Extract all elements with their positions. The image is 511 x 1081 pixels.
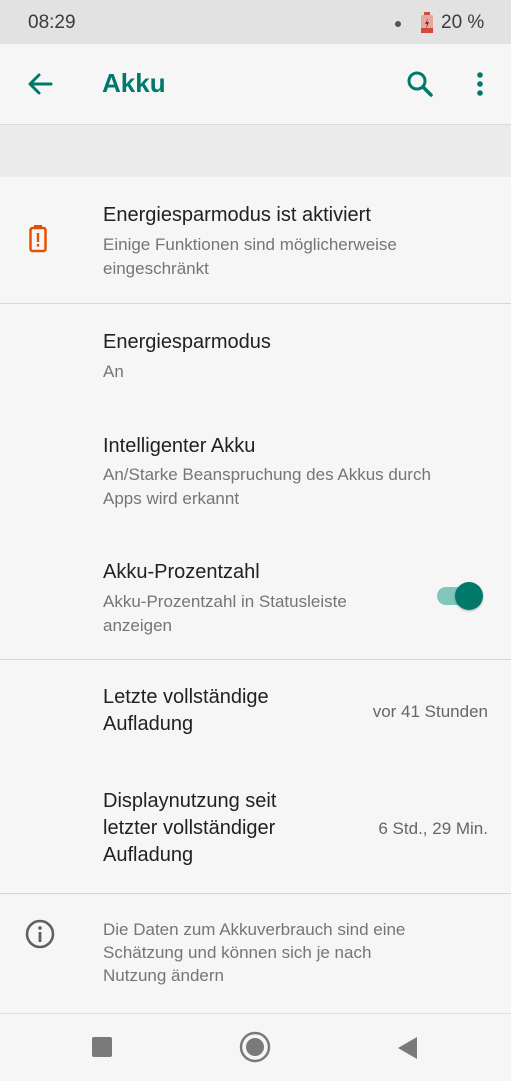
smart-battery-summary: Apps wird erkannt — [103, 489, 240, 508]
battery-usage-footer: Die Daten zum Akkuverbrauch sind eine Sc… — [0, 894, 511, 1012]
energy-saver-banner[interactable]: Energiesparmodus ist aktiviert Einige Fu… — [0, 177, 511, 303]
home-icon[interactable] — [239, 1031, 271, 1063]
navigation-bar — [0, 1013, 511, 1081]
saver-banner-summary: eingeschränkt — [103, 259, 209, 278]
footer-text: Nutzung ändern — [103, 966, 224, 985]
battery-percentage-summary: Akku-Prozentzahl in Statusleiste — [103, 592, 347, 611]
battery-alert-icon — [29, 225, 47, 253]
smart-battery-setting[interactable]: Intelligenter Akku An/Starke Beanspruchu… — [0, 410, 511, 530]
smart-battery-title: Intelligenter Akku — [103, 435, 256, 457]
battery-percentage-summary: anzeigen — [103, 616, 173, 635]
battery-percentage-title: Akku-Prozentzahl — [103, 561, 260, 583]
energy-saver-setting[interactable]: Energiesparmodus An — [0, 304, 511, 404]
saver-banner-summary: Einige Funktionen sind möglicherweise — [103, 235, 397, 254]
page-title: Akku — [102, 68, 166, 98]
battery-percentage-setting[interactable]: Akku-Prozentzahl Akku-Prozentzahl in Sta… — [0, 540, 511, 658]
header-spacer — [0, 125, 511, 177]
app-bar: Akku — [0, 44, 511, 125]
screen-usage-title: Displaynutzung seit — [103, 790, 277, 812]
last-charge-value: vor 41 Stunden — [372, 702, 488, 721]
battery-percent: 20 % — [441, 12, 485, 33]
battery-icon — [421, 12, 433, 33]
last-charge-title: Aufladung — [103, 713, 194, 735]
back-arrow-icon[interactable] — [22, 66, 58, 102]
energy-saver-summary: An — [103, 362, 124, 381]
more-options-icon[interactable] — [462, 66, 498, 102]
last-full-charge-row: Letzte vollständige Aufladung vor 41 Stu… — [0, 660, 511, 762]
recents-icon[interactable] — [92, 1037, 112, 1057]
screen-usage-title: letzter vollständiger — [103, 817, 276, 839]
screen-usage-value: 6 Std., 29 Min. — [378, 819, 488, 838]
footer-text: Die Daten zum Akkuverbrauch sind eine — [103, 920, 406, 939]
search-icon[interactable] — [402, 66, 438, 102]
notification-dot-icon — [395, 21, 401, 27]
status-time: 08:29 — [28, 12, 76, 33]
info-icon — [25, 919, 55, 949]
status-bar: 08:29 20 % — [0, 0, 511, 44]
smart-battery-summary: An/Starke Beanspruchung des Akkus durch — [103, 465, 431, 484]
back-icon[interactable] — [396, 1036, 418, 1060]
toggle-thumb[interactable] — [455, 582, 483, 610]
screen-usage-title: Aufladung — [103, 844, 194, 866]
energy-saver-title: Energiesparmodus — [103, 331, 271, 353]
last-charge-title: Letzte vollständige — [103, 686, 269, 708]
screen-usage-row: Displaynutzung seit letzter vollständige… — [0, 762, 511, 892]
saver-banner-title: Energiesparmodus ist aktiviert — [103, 204, 371, 226]
footer-text: Schätzung und können sich je nach — [103, 943, 372, 962]
